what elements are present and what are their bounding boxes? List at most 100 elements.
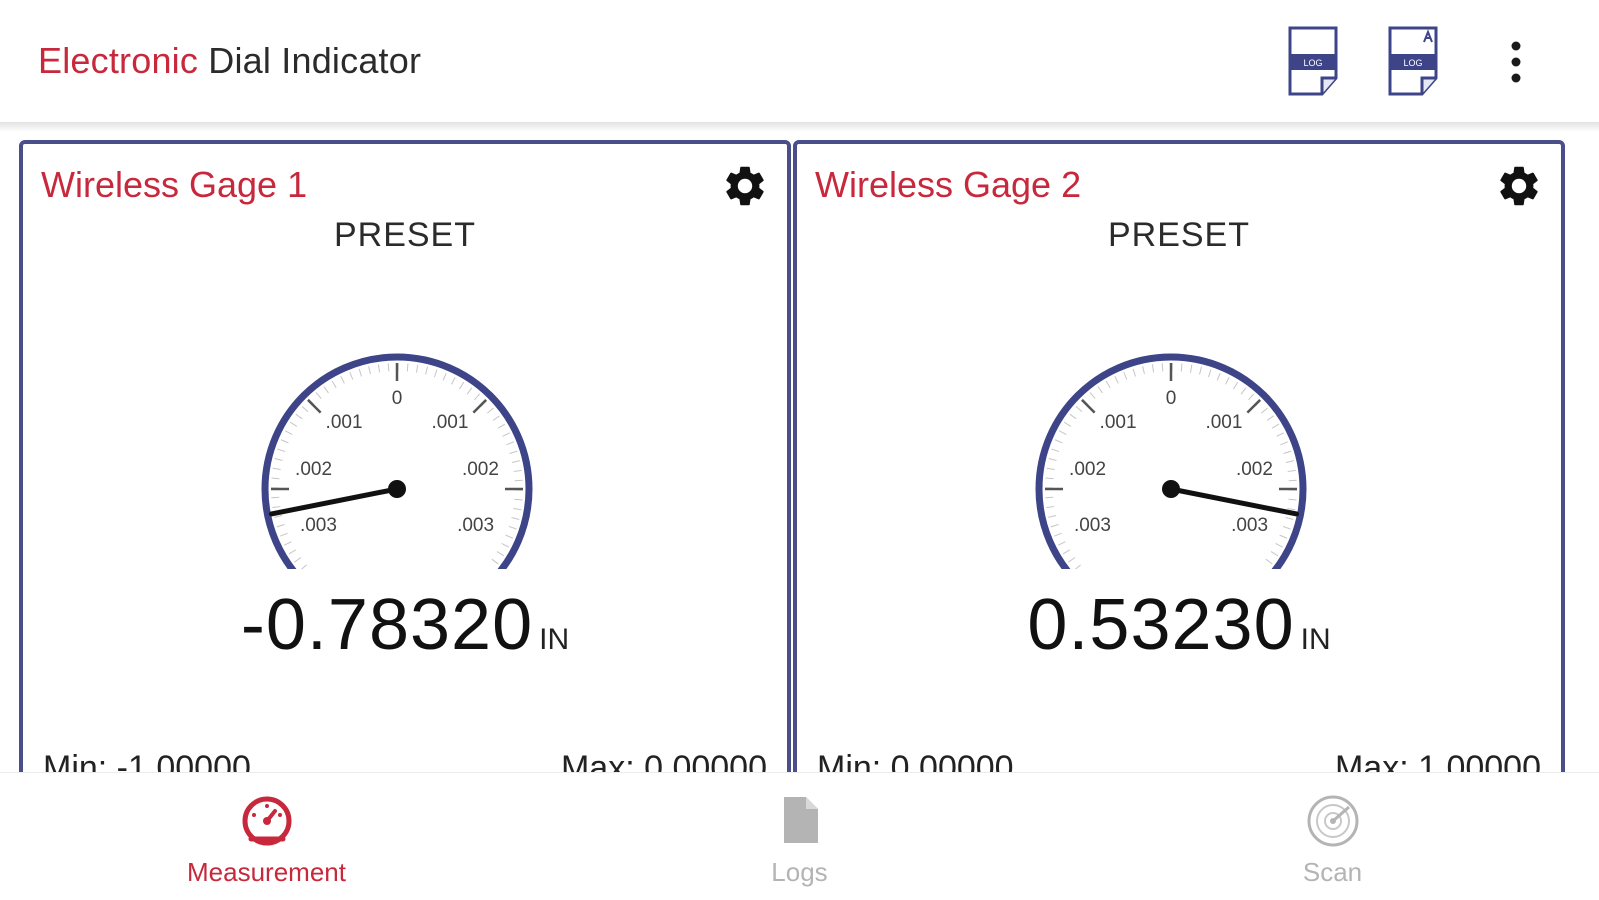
reading-unit: IN: [539, 623, 570, 656]
dial-minor-tick: [1051, 448, 1060, 453]
dial-minor-tick: [513, 507, 522, 511]
dial-minor-tick: [1283, 450, 1292, 454]
dial-label: .002: [295, 459, 332, 480]
dial-minor-tick: [1074, 564, 1081, 569]
dial-minor-tick: [358, 368, 362, 377]
gear-icon[interactable]: [1495, 162, 1543, 210]
tab-logs-label: Logs: [771, 857, 828, 887]
dial-label: .003: [457, 515, 494, 536]
dial-minor-tick: [272, 467, 281, 471]
gauge-icon: [242, 796, 291, 846]
dial-label: .003: [300, 515, 337, 536]
dial-minor-tick: [1151, 364, 1155, 373]
mode-label: PRESET: [333, 216, 477, 254]
dial-minor-tick: [1048, 458, 1057, 461]
dial-minor-tick: [1059, 430, 1067, 435]
dial-minor-tick: [1097, 386, 1103, 394]
dial-minor-tick: [1276, 432, 1284, 437]
log-file-icon[interactable]: LOG: [1286, 26, 1340, 98]
dial-minor-tick: [1050, 524, 1059, 528]
dial-label: .002: [462, 459, 499, 480]
dial-minor-tick: [474, 393, 481, 401]
log-file-label: LOG: [1303, 58, 1322, 68]
dial-minor-tick: [274, 458, 283, 461]
dial-minor-tick: [1285, 517, 1294, 520]
reading: 0.53230 IN: [797, 584, 1561, 666]
dial-minor-tick: [1288, 479, 1297, 482]
dial-minor-tick: [1285, 460, 1294, 463]
dial-minor-tick: [425, 366, 428, 375]
dial-minor-tick: [1058, 541, 1066, 546]
dial-minor-tick: [284, 541, 292, 546]
app-title-accent: Electronic: [38, 40, 199, 81]
dial-minor-tick: [1069, 413, 1077, 420]
dial-minor-tick: [1282, 525, 1291, 530]
dial-minor-tick: [509, 450, 518, 454]
dial-minor-tick: [1279, 534, 1288, 539]
dial-minor-tick: [1287, 507, 1296, 511]
dial-minor-tick: [1053, 532, 1062, 537]
gage-title: Wireless Gage 1: [41, 164, 308, 205]
dial-needle: [1168, 486, 1300, 517]
dial-minor-tick: [513, 469, 522, 473]
dial-minor-tick: [1271, 423, 1280, 429]
dial-major-tick: [472, 399, 487, 414]
dial-major-tick: [1246, 399, 1261, 414]
gage-card-1[interactable]: Wireless Gage 1 PRESET 0 .001 .001 .002 .002…: [19, 140, 791, 772]
dial-minor-tick: [323, 386, 329, 394]
dial-minor-tick: [491, 558, 499, 565]
mode-label: PRESET: [1107, 216, 1251, 254]
tab-scan[interactable]: Scan: [1066, 773, 1599, 900]
dial-label: .001: [431, 412, 468, 433]
dial-label: .003: [1231, 515, 1268, 536]
log-file-alt-icon[interactable]: LOG: [1386, 26, 1440, 98]
reading-unit: IN: [1300, 623, 1331, 656]
dial-minor-tick: [492, 415, 500, 421]
dial-minor-tick: [1180, 363, 1183, 372]
dial-minor-tick: [505, 534, 514, 539]
dial-minor-tick: [1089, 392, 1096, 399]
dial-minor-tick: [1046, 467, 1055, 471]
dial-label: .002: [1069, 459, 1106, 480]
dial-label: .002: [1236, 459, 1273, 480]
dial-minor-tick: [387, 363, 390, 372]
tab-logs[interactable]: Logs: [533, 773, 1066, 900]
dial-minor-tick: [502, 432, 510, 437]
dial-minor-tick: [451, 377, 456, 385]
dial-minor-tick: [1054, 439, 1063, 444]
dial-minor-tick: [276, 524, 285, 528]
dial-minor-tick: [288, 549, 297, 555]
document-icon: [783, 797, 818, 843]
max-value: Max: 0.00000: [560, 749, 767, 772]
dial-minor-tick: [295, 413, 303, 420]
more-vert-icon[interactable]: [1496, 26, 1536, 98]
dial-minor-tick: [277, 448, 286, 453]
dial-minor-tick: [415, 364, 419, 373]
reading: -0.78320 IN: [23, 584, 787, 666]
dial-minor-tick: [1189, 364, 1193, 373]
dial-minor-tick: [271, 477, 280, 480]
dial-label: .003: [1074, 515, 1111, 536]
dial-minor-tick: [459, 381, 465, 390]
dial-minor-tick: [285, 430, 293, 435]
dial-minor-tick: [1105, 380, 1111, 389]
gear-icon[interactable]: [721, 162, 769, 210]
tab-measurement[interactable]: Measurement: [0, 773, 533, 900]
dial-minor-tick: [1045, 477, 1054, 480]
dial-minor-tick: [487, 407, 494, 414]
dial-minor-tick: [1287, 469, 1296, 473]
app-bar-divider: [0, 122, 1599, 132]
reading-value: -0.78320: [240, 585, 534, 665]
app-title: Electronic Dial Indicator: [38, 40, 421, 82]
dial-gauge: 0 .001 .001 .002 .002 .003 .003: [1035, 353, 1307, 569]
dial-minor-tick: [506, 441, 515, 446]
gage-card-2[interactable]: Wireless Gage 2 PRESET 0 .001 .001 .002 .002…: [793, 140, 1565, 772]
dial-minor-tick: [274, 515, 283, 518]
dial-minor-tick: [514, 498, 523, 501]
dial-minor-tick: [300, 564, 307, 569]
log-file-alt-label: LOG: [1403, 58, 1422, 68]
dial-minor-tick: [511, 460, 520, 463]
dial-gauge: 0 .001 .001 .002 .002 .003 .003: [261, 353, 533, 569]
dial-minor-tick: [294, 557, 302, 563]
dial-minor-tick: [1240, 387, 1247, 395]
